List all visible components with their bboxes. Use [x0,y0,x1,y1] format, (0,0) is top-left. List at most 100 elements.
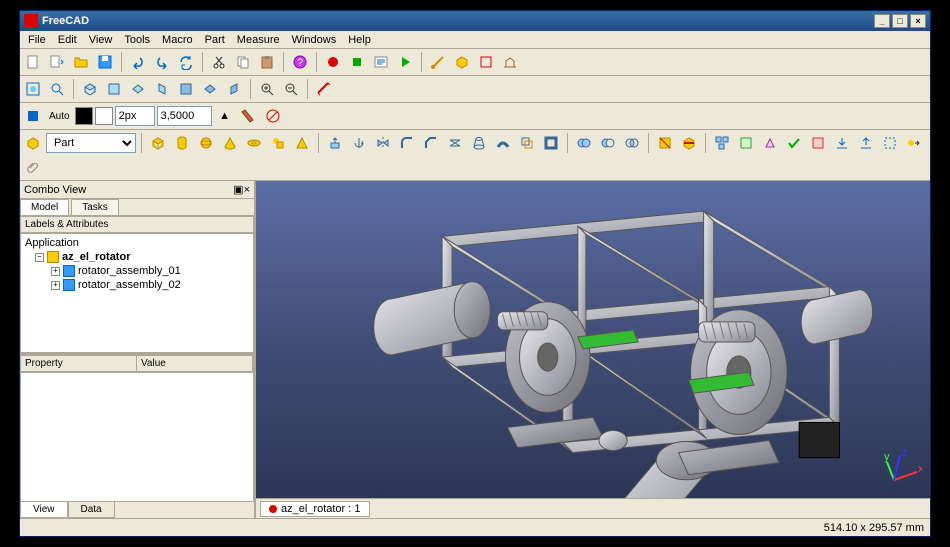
zoom-in-icon[interactable] [256,78,278,100]
new-dropdown-icon[interactable] [46,51,68,73]
apply-style-icon[interactable] [238,105,260,127]
menu-measure[interactable]: Measure [231,32,286,48]
sweep-icon[interactable] [492,132,514,154]
paste-icon[interactable] [256,51,278,73]
section-icon[interactable] [654,132,676,154]
back-icon[interactable] [175,78,197,100]
tree-item-assembly-2[interactable]: + rotator_assembly_02 [23,278,251,292]
ruled-icon[interactable] [444,132,466,154]
undo-icon[interactable] [127,51,149,73]
arch-wb-icon[interactable] [499,51,521,73]
titlebar[interactable]: FreeCAD _ □ × [20,11,930,31]
tree-root[interactable]: Application [23,236,251,250]
part-wb-icon[interactable] [451,51,473,73]
box-select-icon[interactable] [879,132,901,154]
torus-icon[interactable] [243,132,265,154]
left-icon[interactable] [223,78,245,100]
loft-icon[interactable] [468,132,490,154]
help-icon[interactable]: ? [289,51,311,73]
isometric-icon[interactable] [79,78,101,100]
record-icon[interactable] [322,51,344,73]
refine-icon[interactable] [759,132,781,154]
tree-view[interactable]: Application − az_el_rotator + rotator_as… [20,233,254,353]
right-icon[interactable] [151,78,173,100]
subtract-icon[interactable] [597,132,619,154]
workbench-select[interactable]: Part [46,133,136,153]
tree-expand-icon[interactable]: + [51,281,60,290]
menu-file[interactable]: File [22,32,52,48]
revolve-icon[interactable] [348,132,370,154]
refresh-icon[interactable] [175,51,197,73]
union-icon[interactable] [573,132,595,154]
import-icon[interactable] [831,132,853,154]
tab-data[interactable]: Data [68,502,115,518]
prop-col-value[interactable]: Value [137,356,253,371]
workbench-switcher-icon[interactable] [22,132,44,154]
cylinder-icon[interactable] [171,132,193,154]
chamfer-icon[interactable] [420,132,442,154]
tree-expand-icon[interactable]: + [51,267,60,276]
convert-icon[interactable] [903,132,925,154]
menu-part[interactable]: Part [199,32,231,48]
zoom-out-icon[interactable] [280,78,302,100]
offset-icon[interactable] [516,132,538,154]
shapebuilder-icon[interactable] [291,132,313,154]
face-color-picker[interactable] [95,107,113,125]
defeature-icon[interactable] [807,132,829,154]
menu-windows[interactable]: Windows [286,32,343,48]
menu-view[interactable]: View [83,32,119,48]
prop-col-property[interactable]: Property [21,356,137,371]
stepper-up-icon[interactable]: ▲ [214,105,236,127]
tree-item-assembly-1[interactable]: + rotator_assembly_01 [23,264,251,278]
line-color-picker[interactable] [75,107,93,125]
construction-toggle[interactable] [22,105,44,127]
cut-icon[interactable] [208,51,230,73]
redo-icon[interactable] [151,51,173,73]
mirror-icon[interactable] [372,132,394,154]
fit-selection-icon[interactable] [46,78,68,100]
menu-help[interactable]: Help [342,32,377,48]
fit-all-icon[interactable] [22,78,44,100]
measure-icon[interactable] [313,78,335,100]
axis-gizmo[interactable]: x y z [882,450,922,490]
front-icon[interactable] [103,78,125,100]
maximize-button[interactable]: □ [892,14,908,28]
close-button[interactable]: × [910,14,926,28]
sketch-wb-icon[interactable] [475,51,497,73]
cone-icon[interactable] [219,132,241,154]
none-style-icon[interactable] [262,105,284,127]
tree-collapse-icon[interactable]: − [35,253,44,262]
3d-viewport[interactable]: x y z [256,181,930,498]
line-width-input[interactable] [115,106,155,126]
menu-tools[interactable]: Tools [118,32,156,48]
fillet-icon[interactable] [396,132,418,154]
extrude-icon[interactable] [324,132,346,154]
cube-icon[interactable] [147,132,169,154]
panel-close-icon[interactable]: × [244,184,250,196]
font-size-input[interactable] [157,106,212,126]
check-geom-icon[interactable] [783,132,805,154]
make-compound-icon[interactable] [711,132,733,154]
menu-edit[interactable]: Edit [52,32,83,48]
save-icon[interactable] [94,51,116,73]
draft-wb-icon[interactable] [427,51,449,73]
copy-icon[interactable] [232,51,254,73]
tree-document[interactable]: − az_el_rotator [23,250,251,264]
thickness-icon[interactable] [540,132,562,154]
property-body[interactable] [20,372,254,502]
minimize-button[interactable]: _ [874,14,890,28]
tab-tasks[interactable]: Tasks [71,199,119,215]
macros-icon[interactable] [370,51,392,73]
new-icon[interactable] [22,51,44,73]
menu-macro[interactable]: Macro [156,32,199,48]
cross-section-icon[interactable] [678,132,700,154]
make-face-icon[interactable] [735,132,757,154]
stop-icon[interactable] [346,51,368,73]
document-tab[interactable]: az_el_rotator : 1 [260,501,370,517]
panel-undock-icon[interactable]: ▣ [233,183,243,196]
export-icon[interactable] [855,132,877,154]
open-icon[interactable] [70,51,92,73]
tab-model[interactable]: Model [20,199,69,215]
top-icon[interactable] [127,78,149,100]
attachment-icon[interactable] [22,156,44,178]
